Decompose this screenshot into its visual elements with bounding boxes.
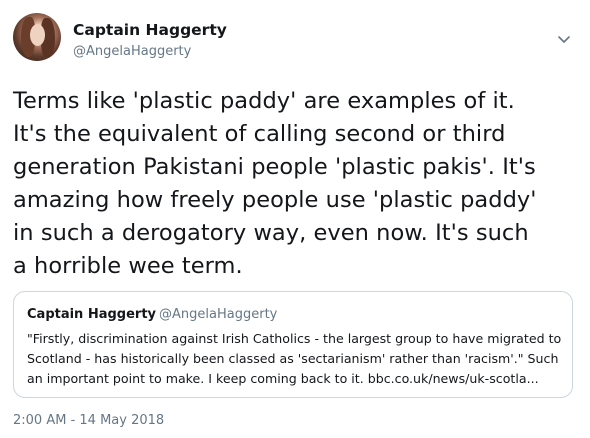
avatar-face: [30, 24, 45, 46]
quoted-tweet[interactable]: Captain Haggerty @AngelaHaggerty "Firstly…: [13, 291, 573, 398]
avatar[interactable]: [13, 13, 61, 61]
tweet-text: Terms like 'plastic paddy' are examples …: [13, 88, 537, 279]
quoted-tweet-header: Captain Haggerty @AngelaHaggerty: [27, 307, 277, 322]
chevron-down-icon[interactable]: [556, 34, 572, 46]
quoted-tweet-text: "Firstly, discrimination against Irish C…: [27, 331, 562, 386]
display-name[interactable]: Captain Haggerty: [73, 21, 227, 39]
quoted-user-handle: @AngelaHaggerty: [159, 307, 278, 322]
tweet-timestamp[interactable]: 2:00 AM - 14 May 2018: [13, 413, 164, 428]
tweet-card: Captain Haggerty @AngelaHaggerty Terms l…: [0, 0, 590, 438]
user-handle[interactable]: @AngelaHaggerty: [73, 44, 191, 59]
quoted-display-name: Captain Haggerty: [27, 307, 157, 322]
